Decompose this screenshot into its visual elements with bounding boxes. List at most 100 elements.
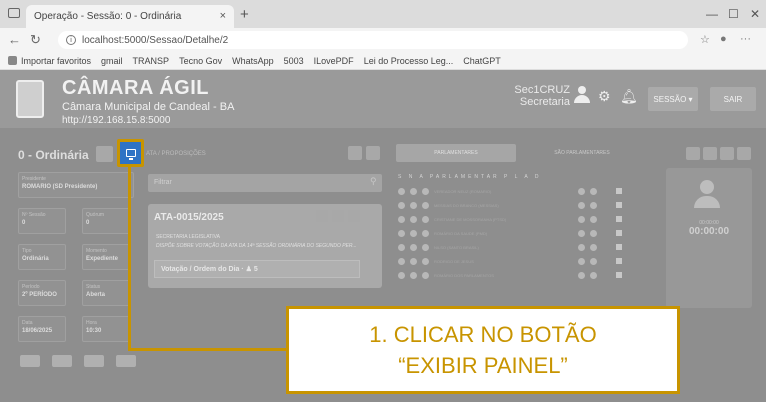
url-field[interactable]: i localhost:5000/Sessao/Detalhe/2 bbox=[58, 31, 688, 49]
filter-input[interactable]: Filtrar bbox=[148, 174, 382, 192]
exibir-painel-button[interactable] bbox=[117, 139, 144, 167]
favorites-icon[interactable]: ☆ bbox=[700, 33, 710, 46]
fav-transp[interactable]: TRANSP bbox=[133, 56, 170, 66]
vote-nao-toggle[interactable] bbox=[410, 202, 417, 209]
minimize-icon[interactable]: — bbox=[706, 7, 718, 21]
parlamentar-row[interactable]: CRISTIANE DE MOSSORANHA (PTSD) bbox=[398, 216, 638, 225]
vote-abst-toggle[interactable] bbox=[422, 244, 429, 251]
parlamentar-row[interactable]: NILSO (SANTO BRASIL) bbox=[398, 244, 638, 253]
vote-abst-toggle[interactable] bbox=[422, 188, 429, 195]
presence-toggle[interactable] bbox=[578, 216, 585, 223]
print-button[interactable] bbox=[20, 355, 40, 367]
vote-sim-toggle[interactable] bbox=[398, 216, 405, 223]
edit-button[interactable] bbox=[316, 210, 328, 222]
row-checkbox[interactable] bbox=[616, 244, 622, 250]
presence-toggle[interactable] bbox=[578, 230, 585, 237]
fav-5003[interactable]: 5003 bbox=[284, 56, 304, 66]
periodo-field[interactable]: Período 2º PERÍODO bbox=[18, 280, 66, 306]
gear-icon[interactable]: ⚙ bbox=[598, 88, 611, 105]
panel-nav-3[interactable] bbox=[720, 147, 734, 160]
row-checkbox[interactable] bbox=[616, 202, 622, 208]
row-checkbox[interactable] bbox=[616, 272, 622, 278]
profile-icon[interactable]: ● bbox=[720, 33, 727, 45]
momento-field[interactable]: Momento Expediente bbox=[82, 244, 130, 270]
speech-toggle[interactable] bbox=[590, 216, 597, 223]
vote-sim-toggle[interactable] bbox=[398, 272, 405, 279]
refresh-icon[interactable]: ↻ bbox=[30, 32, 41, 48]
next-button[interactable] bbox=[366, 146, 380, 160]
vote-nao-toggle[interactable] bbox=[410, 216, 417, 223]
panel-nav-1[interactable] bbox=[686, 147, 700, 160]
speech-toggle[interactable] bbox=[590, 202, 597, 209]
vote-sim-toggle[interactable] bbox=[398, 230, 405, 237]
row-checkbox[interactable] bbox=[616, 188, 622, 194]
vote-abst-toggle[interactable] bbox=[422, 216, 429, 223]
panel-nav-2[interactable] bbox=[703, 147, 717, 160]
parlamentar-row[interactable]: ROMÁRIO DOS PARLAMENTOS bbox=[398, 272, 638, 281]
hora-field[interactable]: Hora 10:30 bbox=[82, 316, 130, 342]
ata-card[interactable]: ATA-0015/2025 SECRETARIA LEGISLATIVA DIS… bbox=[148, 204, 382, 288]
vote-abst-toggle[interactable] bbox=[422, 272, 429, 279]
presence-toggle[interactable] bbox=[578, 258, 585, 265]
window-menu-icon[interactable] bbox=[8, 8, 20, 18]
new-tab-icon[interactable]: + bbox=[240, 6, 249, 23]
more-icon[interactable]: ··· bbox=[740, 33, 751, 45]
vote-abst-toggle[interactable] bbox=[422, 258, 429, 265]
parlamentar-row[interactable]: VEREADOR NEUZ (ROMARIO) bbox=[398, 188, 638, 197]
presence-toggle[interactable] bbox=[578, 244, 585, 251]
vote-nao-toggle[interactable] bbox=[410, 272, 417, 279]
tab-outros[interactable]: SÃO PARLAMENTARES bbox=[522, 144, 642, 162]
fav-chatgpt[interactable]: ChatGPT bbox=[463, 56, 501, 66]
vote-sim-toggle[interactable] bbox=[398, 188, 405, 195]
parlamentar-row[interactable]: ROMÁRIO DA SAUDE (PMD) bbox=[398, 230, 638, 239]
enter-button[interactable] bbox=[84, 355, 104, 367]
lock-button[interactable] bbox=[96, 146, 113, 162]
vote-nao-toggle[interactable] bbox=[410, 258, 417, 265]
fav-lei[interactable]: Lei do Processo Leg... bbox=[364, 56, 454, 66]
prev-button[interactable] bbox=[348, 146, 362, 160]
browser-tab[interactable]: Operação - Sessão: 0 - Ordinária × bbox=[26, 5, 234, 28]
sessao-button[interactable]: SESSÃO ▾ bbox=[648, 87, 698, 111]
tipo-field[interactable]: Tipo Ordinária bbox=[18, 244, 66, 270]
sair-button[interactable]: SAIR bbox=[710, 87, 756, 111]
bell-icon[interactable]: 🔔︎ bbox=[620, 88, 638, 105]
parlamentar-row[interactable]: MESSIAS DO BRANCO (MESSIAS) bbox=[398, 202, 638, 211]
vote-sim-toggle[interactable] bbox=[398, 244, 405, 251]
fav-whatsapp[interactable]: WhatsApp bbox=[232, 56, 274, 66]
row-checkbox[interactable] bbox=[616, 230, 622, 236]
vote-nao-toggle[interactable] bbox=[410, 188, 417, 195]
row-checkbox[interactable] bbox=[616, 216, 622, 222]
vote-row[interactable]: Votação / Ordem do Dia · ♟ 5 bbox=[154, 260, 360, 278]
quorum-field[interactable]: Quórum 0 bbox=[82, 208, 130, 234]
data-field[interactable]: Data 18/06/2025 bbox=[18, 316, 66, 342]
presidente-field[interactable]: Presidente ROMARIO (SD Presidente) bbox=[18, 172, 134, 198]
fav-tecnogov[interactable]: Tecno Gov bbox=[179, 56, 222, 66]
presence-toggle[interactable] bbox=[578, 272, 585, 279]
delete-ata-button[interactable] bbox=[332, 210, 344, 222]
maximize-icon[interactable]: ☐ bbox=[728, 7, 739, 21]
tab-close-icon[interactable]: × bbox=[220, 10, 226, 22]
row-checkbox[interactable] bbox=[616, 258, 622, 264]
vote-nao-toggle[interactable] bbox=[410, 230, 417, 237]
speech-toggle[interactable] bbox=[590, 230, 597, 237]
vote-abst-toggle[interactable] bbox=[422, 230, 429, 237]
speech-toggle[interactable] bbox=[590, 258, 597, 265]
nsessao-field[interactable]: Nº Sessão 0 bbox=[18, 208, 66, 234]
tab-parlamentares[interactable]: PARLAMENTARES bbox=[396, 144, 516, 162]
user-avatar-icon[interactable] bbox=[574, 86, 590, 104]
vote-sim-toggle[interactable] bbox=[398, 202, 405, 209]
fav-import[interactable]: Importar favoritos bbox=[8, 56, 91, 66]
delete-button[interactable] bbox=[52, 355, 72, 367]
close-window-icon[interactable]: ✕ bbox=[750, 7, 760, 21]
fav-gmail[interactable]: gmail bbox=[101, 56, 123, 66]
presence-toggle[interactable] bbox=[578, 188, 585, 195]
speech-toggle[interactable] bbox=[590, 272, 597, 279]
copy-button[interactable] bbox=[116, 355, 136, 367]
speech-toggle[interactable] bbox=[590, 244, 597, 251]
add-button[interactable] bbox=[348, 210, 360, 222]
parlamentar-row[interactable]: RODRIGO DE JESUS bbox=[398, 258, 638, 267]
speech-toggle[interactable] bbox=[590, 188, 597, 195]
search-icon[interactable]: ⚲ bbox=[370, 176, 377, 187]
fav-ilovepdf[interactable]: ILovePDF bbox=[314, 56, 354, 66]
vote-abst-toggle[interactable] bbox=[422, 202, 429, 209]
